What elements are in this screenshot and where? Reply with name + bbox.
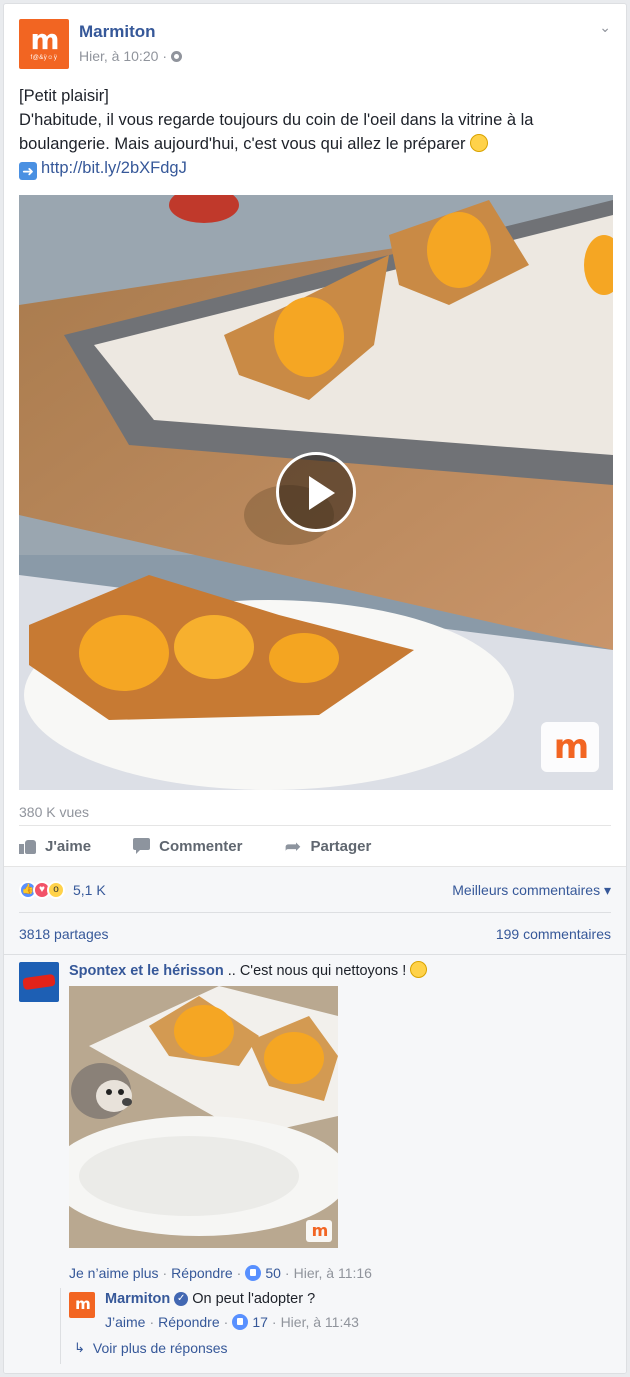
reply-avatar[interactable]: m: [69, 1292, 95, 1318]
share-count[interactable]: 3818 partages: [19, 926, 109, 946]
thumbs-up-icon: [19, 838, 37, 854]
more-replies-link[interactable]: ↳ Voir plus de réponses: [74, 1340, 228, 1356]
separator: ·: [223, 1314, 229, 1330]
reply-thread-line: [60, 1288, 61, 1364]
video-player[interactable]: m: [19, 195, 613, 790]
action-bar: J'aime Commenter Partager: [19, 826, 611, 866]
separator: ·: [149, 1314, 155, 1330]
smile-emoji-icon: [470, 134, 489, 152]
caret-down-icon: ▾: [603, 881, 611, 898]
comment-body: Spontex et le hérisson .. C'est nous qui…: [69, 961, 428, 979]
wow-reaction-icon[interactable]: o: [47, 881, 65, 899]
reply-body: Marmiton ✓ On peut l'adopter ?: [105, 1291, 315, 1307]
top-comments-label: Meilleurs commentaires: [452, 881, 601, 898]
page-name[interactable]: Marmiton: [79, 22, 156, 42]
comment-text: .. C'est nous qui nettoyons !: [223, 963, 411, 979]
more-replies-label: Voir plus de réponses: [92, 1340, 228, 1356]
comment-icon: [133, 838, 151, 854]
reply-time[interactable]: Hier, à 11:43: [281, 1314, 359, 1330]
comment-image[interactable]: m: [69, 986, 338, 1248]
separator: ·: [162, 48, 168, 64]
post-text-line: [Petit plaisir]: [19, 87, 109, 105]
wink-emoji-icon: [410, 961, 428, 978]
reply-like-count[interactable]: 17: [252, 1314, 268, 1330]
spontex-logo-icon: [22, 973, 56, 991]
comment-time[interactable]: Hier, à 11:16: [294, 1265, 372, 1281]
like-count-icon: [245, 1265, 262, 1281]
reply-reply-link[interactable]: Répondre: [158, 1314, 220, 1330]
unlike-link[interactable]: Je n’aime plus: [69, 1265, 159, 1281]
logo-letter: m: [30, 23, 59, 56]
chevron-down-icon[interactable]: ⌄: [599, 19, 611, 36]
separator: ·: [162, 1265, 168, 1281]
arrow-right-icon: ➜: [19, 162, 37, 180]
share-icon: [284, 834, 302, 858]
reply-text: On peut l'adopter ?: [192, 1291, 316, 1307]
like-count-icon: [232, 1314, 249, 1330]
post-stats: 3818 partages 199 commentaires: [19, 926, 611, 946]
post-text-line: D'habitude, il vous regarde toujours du …: [19, 111, 534, 129]
marmiton-watermark-icon: m: [306, 1220, 332, 1242]
post-text-line-content: boulangerie. Mais aujourd'hui, c'est vou…: [19, 135, 471, 153]
comment-label: Commenter: [159, 837, 243, 855]
post-link-line: ➜ http://bit.ly/2bXFdgJ: [19, 156, 609, 180]
reaction-count[interactable]: 5,1 K: [73, 882, 106, 898]
separator: ·: [236, 1265, 242, 1281]
post-text-line: boulangerie. Mais aujourd'hui, c'est vou…: [19, 132, 609, 156]
reply-like-link[interactable]: J’aime: [105, 1314, 145, 1330]
post-header: m f@&ÿ☺ÿ Marmiton Hier, à 10:20 · ⌄: [19, 19, 611, 71]
like-button[interactable]: J'aime: [19, 838, 91, 855]
reply-meta: J’aime · Répondre · 17 · Hier, à 11:43: [105, 1314, 359, 1330]
separator: ·: [271, 1314, 277, 1330]
post-text: [Petit plaisir] D'habitude, il vous rega…: [19, 84, 609, 180]
divider: [19, 912, 611, 913]
top-comments-dropdown[interactable]: Meilleurs commentaires ▾: [452, 882, 611, 899]
comment-meta: Je n’aime plus · Répondre · 50 · Hier, à…: [69, 1265, 372, 1281]
post-time[interactable]: Hier, à 10:20: [79, 48, 158, 64]
verified-badge-icon: ✓: [174, 1292, 189, 1306]
comment-photo: [69, 986, 338, 1248]
post-timestamp: Hier, à 10:20 ·: [79, 48, 183, 64]
comment-button[interactable]: Commenter: [133, 838, 242, 855]
reply-author[interactable]: Marmiton: [105, 1291, 170, 1307]
divider: [4, 954, 626, 955]
marmiton-watermark-icon: m: [541, 722, 599, 772]
view-count: 380 K vues: [19, 804, 90, 820]
globe-icon: [171, 50, 183, 62]
share-button[interactable]: Partager: [284, 834, 372, 858]
reply-link[interactable]: Répondre: [171, 1265, 233, 1281]
commenter-name[interactable]: Spontex et le hérisson: [69, 963, 224, 979]
comment-like-count[interactable]: 50: [265, 1265, 281, 1281]
commenter-avatar[interactable]: [19, 962, 59, 1002]
page-avatar[interactable]: m f@&ÿ☺ÿ: [19, 19, 69, 69]
logo-tagline: f@&ÿ☺ÿ: [30, 55, 58, 61]
post-link[interactable]: http://bit.ly/2bXFdgJ: [41, 159, 187, 177]
separator: ·: [284, 1265, 290, 1281]
like-label: J'aime: [45, 837, 92, 855]
reply-arrow-icon: ↳: [74, 1340, 85, 1356]
comment-count[interactable]: 199 commentaires: [496, 926, 611, 946]
post-card: m f@&ÿ☺ÿ Marmiton Hier, à 10:20 · ⌄ [Pet…: [3, 3, 627, 1374]
play-icon[interactable]: [276, 452, 356, 532]
reactions-row: 👍 ♥ o 5,1 K Meilleurs commentaires ▾: [19, 876, 611, 904]
share-label: Partager: [310, 837, 372, 855]
